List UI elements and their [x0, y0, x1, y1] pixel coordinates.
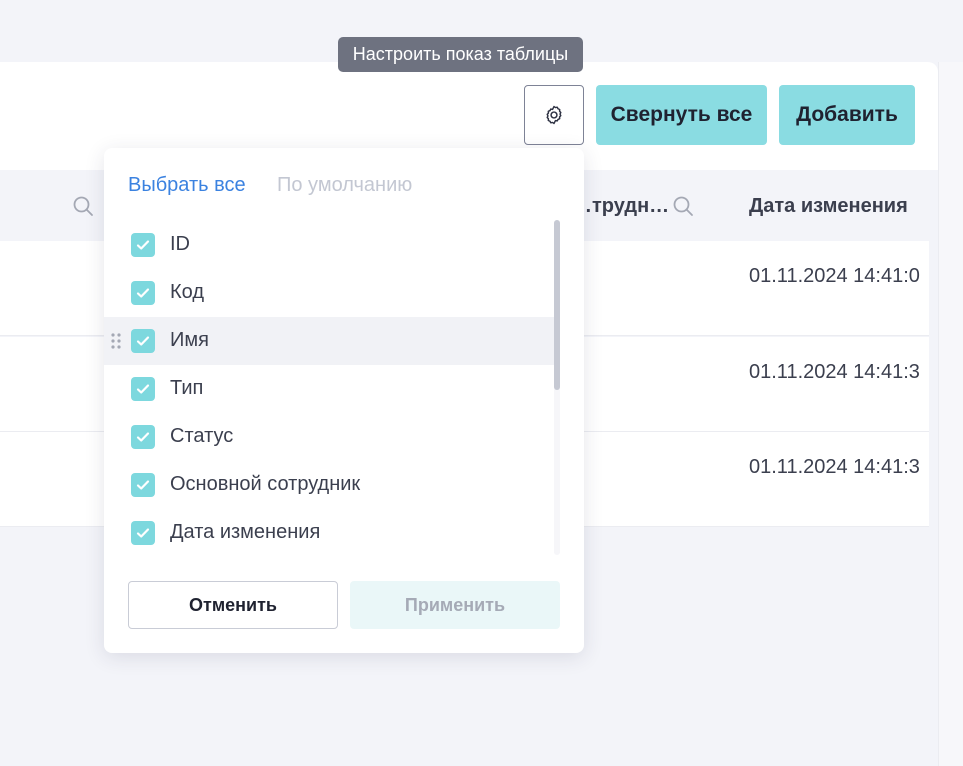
- check-icon: [136, 528, 150, 538]
- drag-handle-icon[interactable]: [110, 331, 122, 351]
- column-option-label: Код: [170, 281, 205, 303]
- column-option-code[interactable]: Код: [104, 269, 554, 317]
- search-icon[interactable]: [71, 194, 95, 218]
- search-icon[interactable]: [671, 194, 695, 218]
- check-icon: [136, 288, 150, 298]
- checkbox[interactable]: [131, 521, 155, 545]
- column-option-label: Дата изменения: [170, 521, 321, 543]
- column-option-type[interactable]: Тип: [104, 365, 554, 413]
- checkbox[interactable]: [131, 425, 155, 449]
- default-link[interactable]: По умолчанию: [277, 174, 412, 197]
- column-option-label: Статус: [170, 425, 234, 447]
- column-option-modified-date[interactable]: Дата изменения: [104, 509, 554, 557]
- column-option-label: ID: [170, 233, 190, 255]
- checkbox[interactable]: [131, 329, 155, 353]
- scrollbar-thumb[interactable]: [554, 220, 560, 390]
- column-option-label: Тип: [170, 377, 204, 399]
- collapse-all-button[interactable]: Свернуть все: [596, 85, 767, 145]
- check-icon: [136, 336, 150, 346]
- checkbox[interactable]: [131, 473, 155, 497]
- column-option-label: Основной сотрудник: [170, 473, 361, 495]
- page-scroll-area: [938, 62, 963, 766]
- settings-tooltip: Настроить показ таблицы: [338, 37, 583, 72]
- select-all-link[interactable]: Выбрать все: [128, 174, 246, 197]
- column-option-name[interactable]: Имя: [104, 317, 554, 365]
- cancel-button[interactable]: Отменить: [128, 581, 338, 629]
- column-option-status[interactable]: Статус: [104, 413, 554, 461]
- gear-icon: [546, 105, 562, 125]
- check-icon: [136, 480, 150, 490]
- add-button[interactable]: Добавить: [779, 85, 915, 145]
- checkbox[interactable]: [131, 377, 155, 401]
- column-header-employee[interactable]: …трудн…: [572, 195, 669, 218]
- cell-modified-date: 01.11.2024 14:41:3: [749, 361, 920, 383]
- checkbox[interactable]: [131, 233, 155, 257]
- check-icon: [136, 432, 150, 442]
- column-settings-dropdown: Выбрать все По умолчанию ID Код Имя Тип …: [104, 148, 584, 653]
- check-icon: [136, 240, 150, 250]
- apply-button[interactable]: Применить: [350, 581, 560, 629]
- cell-modified-date: 01.11.2024 14:41:0: [749, 265, 920, 287]
- column-option-id[interactable]: ID: [104, 221, 554, 269]
- cell-modified-date: 01.11.2024 14:41:3: [749, 456, 920, 478]
- column-option-main-employee[interactable]: Основной сотрудник: [104, 461, 554, 509]
- checkbox[interactable]: [131, 281, 155, 305]
- column-option-label: Имя: [170, 329, 209, 351]
- check-icon: [136, 384, 150, 394]
- column-header-modified[interactable]: Дата изменения: [749, 195, 908, 218]
- table-settings-button[interactable]: [524, 85, 584, 145]
